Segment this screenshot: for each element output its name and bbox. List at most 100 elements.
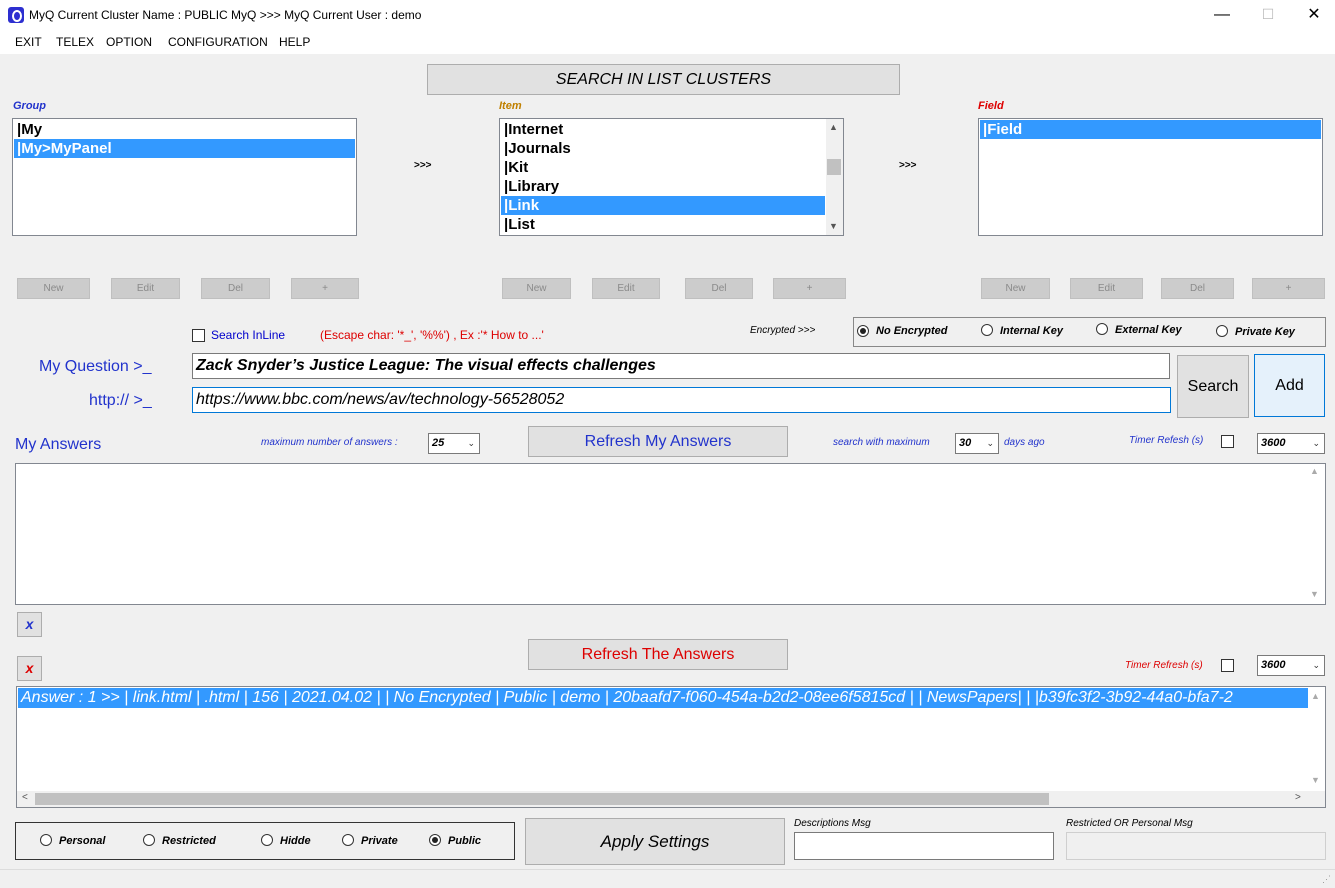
- private-radio[interactable]: [342, 834, 354, 846]
- scroll-left-icon[interactable]: <: [22, 792, 28, 803]
- clear-my-answers-button[interactable]: x: [17, 612, 42, 637]
- scroll-up-icon[interactable]: ▲: [1310, 466, 1319, 476]
- public-radio[interactable]: [429, 834, 441, 846]
- group-edit-button[interactable]: Edit: [111, 278, 180, 299]
- my-answers-list[interactable]: [15, 463, 1326, 605]
- menu-option[interactable]: OPTION: [106, 35, 152, 49]
- item-add-button[interactable]: +: [773, 278, 846, 299]
- menu-exit[interactable]: EXIT: [15, 35, 42, 49]
- menu-help[interactable]: HELP: [279, 35, 310, 49]
- resize-grip-icon[interactable]: ⋰: [1322, 874, 1331, 885]
- table-row[interactable]: Answer : 1 >> | link.html | .html | 156 …: [18, 688, 1308, 708]
- app-logo-icon: [8, 7, 24, 23]
- personal-radio[interactable]: [40, 834, 52, 846]
- search-button[interactable]: Search: [1177, 355, 1249, 418]
- url-input[interactable]: https://www.bbc.com/news/av/technology-5…: [192, 387, 1171, 413]
- internal-key-label: Internal Key: [1000, 325, 1063, 337]
- clear-answers-button[interactable]: x: [17, 656, 42, 681]
- restricted-msg-input[interactable]: [1066, 832, 1326, 860]
- refresh-the-answers-button[interactable]: Refresh The Answers: [528, 639, 788, 670]
- field-label: Field: [978, 100, 1004, 112]
- field-edit-button[interactable]: Edit: [1070, 278, 1143, 299]
- item-edit-button[interactable]: Edit: [592, 278, 660, 299]
- private-key-radio[interactable]: [1216, 325, 1228, 337]
- group-new-button[interactable]: New: [17, 278, 90, 299]
- personal-label: Personal: [59, 835, 106, 847]
- list-item[interactable]: |List: [501, 215, 825, 234]
- private-label: Private: [361, 835, 398, 847]
- item-label: Item: [499, 100, 522, 112]
- group-add-button[interactable]: +: [291, 278, 359, 299]
- minimize-button[interactable]: —: [1199, 0, 1245, 30]
- my-answers-label: My Answers: [15, 436, 102, 453]
- timer-refresh-label: Timer Refesh (s): [1129, 435, 1204, 446]
- timer-value: 3600: [1261, 659, 1286, 671]
- external-key-label: External Key: [1115, 324, 1182, 336]
- scroll-down-icon[interactable]: ▼: [1310, 589, 1319, 599]
- no-encrypted-label: No Encrypted: [876, 325, 948, 337]
- descriptions-msg-input[interactable]: [794, 832, 1054, 860]
- scroll-down-icon[interactable]: ▼: [1311, 775, 1320, 785]
- search-clusters-button[interactable]: SEARCH IN LIST CLUSTERS: [427, 64, 900, 95]
- horizontal-scrollbar[interactable]: < >: [17, 791, 1325, 807]
- days-select[interactable]: 30 ⌄: [955, 433, 999, 454]
- group-del-button[interactable]: Del: [201, 278, 270, 299]
- chevron-down-icon: ⌄: [467, 438, 475, 448]
- internal-key-radio[interactable]: [981, 324, 993, 336]
- hidde-radio[interactable]: [261, 834, 273, 846]
- field-new-button[interactable]: New: [981, 278, 1050, 299]
- restricted-label: Restricted: [162, 835, 216, 847]
- menu-configuration[interactable]: CONFIGURATION: [168, 35, 268, 49]
- item-del-button[interactable]: Del: [685, 278, 753, 299]
- timer-select-1[interactable]: 3600 ⌄: [1257, 433, 1325, 454]
- chevron-down-icon: ⌄: [1312, 438, 1320, 448]
- url-label: http:// >_: [89, 392, 152, 409]
- menu-telex[interactable]: TELEX: [56, 35, 94, 49]
- max-answers-select[interactable]: 25 ⌄: [428, 433, 480, 454]
- list-item[interactable]: |Link: [501, 196, 825, 215]
- group-list[interactable]: |My |My>MyPanel: [12, 118, 357, 236]
- list-item[interactable]: |My>MyPanel: [14, 139, 355, 158]
- days-ago-label: days ago: [1004, 437, 1045, 448]
- search-max-label: search with maximum: [833, 437, 930, 448]
- escape-hint: (Escape char: '*_', '%%') , Ex :'* How t…: [320, 328, 544, 342]
- item-list[interactable]: |Internet |Journals |Kit |Library |Link …: [499, 118, 844, 236]
- encrypted-label: Encrypted >>>: [750, 325, 816, 336]
- list-item[interactable]: |Internet: [501, 120, 825, 139]
- scroll-up-icon[interactable]: ▲: [1311, 691, 1320, 701]
- descriptions-msg-label: Descriptions Msg: [794, 818, 871, 829]
- arrow-indicator: >>>: [414, 160, 432, 171]
- list-item[interactable]: |Journals: [501, 139, 825, 158]
- search-inline-checkbox[interactable]: [192, 329, 205, 342]
- scroll-right-icon[interactable]: >: [1295, 792, 1301, 803]
- close-button[interactable]: ✕: [1291, 0, 1335, 30]
- scroll-up-icon[interactable]: ▲: [829, 122, 838, 132]
- apply-settings-button[interactable]: Apply Settings: [525, 818, 785, 865]
- field-add-button[interactable]: +: [1252, 278, 1325, 299]
- scroll-thumb[interactable]: [35, 793, 1049, 805]
- group-label: Group: [13, 100, 46, 112]
- timer-refresh-checkbox[interactable]: [1221, 435, 1234, 448]
- restricted-radio[interactable]: [143, 834, 155, 846]
- field-del-button[interactable]: Del: [1161, 278, 1234, 299]
- maximize-button[interactable]: ☐: [1245, 0, 1291, 30]
- chevron-down-icon: ⌄: [1312, 660, 1320, 670]
- add-button[interactable]: Add: [1254, 354, 1325, 417]
- status-bar-divider: [0, 869, 1335, 870]
- question-input[interactable]: Zack Snyder’s Justice League: The visual…: [192, 353, 1170, 379]
- timer-refresh-checkbox-2[interactable]: [1221, 659, 1234, 672]
- list-item[interactable]: |My: [14, 120, 355, 139]
- scroll-thumb[interactable]: [827, 159, 841, 175]
- item-list-scrollbar[interactable]: ▲ ▼: [826, 119, 843, 235]
- answers-list[interactable]: Answer : 1 >> | link.html | .html | 156 …: [16, 686, 1326, 808]
- external-key-radio[interactable]: [1096, 323, 1108, 335]
- list-item[interactable]: |Kit: [501, 158, 825, 177]
- scroll-down-icon[interactable]: ▼: [829, 221, 838, 231]
- refresh-my-answers-button[interactable]: Refresh My Answers: [528, 426, 788, 457]
- item-new-button[interactable]: New: [502, 278, 571, 299]
- no-encrypted-radio[interactable]: [857, 325, 869, 337]
- field-list[interactable]: |Field: [978, 118, 1323, 236]
- timer-select-2[interactable]: 3600 ⌄: [1257, 655, 1325, 676]
- list-item[interactable]: |Field: [980, 120, 1321, 139]
- list-item[interactable]: |Library: [501, 177, 825, 196]
